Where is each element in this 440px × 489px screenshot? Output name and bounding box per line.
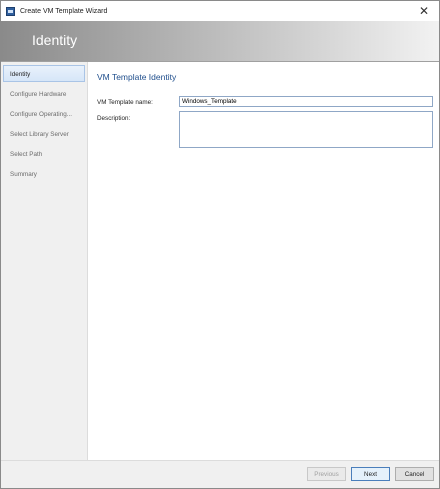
app-icon	[6, 6, 15, 16]
section-title: VM Template Identity	[97, 72, 177, 82]
wizard-window: Create VM Template Wizard ✕ Identity Ide…	[0, 0, 440, 489]
page-title: Identity	[32, 32, 78, 48]
description-label: Description:	[97, 115, 131, 122]
wizard-footer: Previous Next Cancel	[1, 460, 439, 488]
window-title: Create VM Template Wizard	[20, 7, 108, 15]
main-content: VM Template Identity VM Template name: D…	[88, 62, 439, 461]
close-button[interactable]: ✕	[417, 4, 431, 18]
title-bar: Create VM Template Wizard ✕	[1, 1, 439, 21]
sidebar-item-configure-operating-system[interactable]: Configure Operating...	[3, 105, 85, 122]
header-banner: Identity	[1, 21, 439, 62]
sidebar-item-select-library-server[interactable]: Select Library Server	[3, 125, 85, 142]
sidebar-item-select-path[interactable]: Select Path	[3, 145, 85, 162]
previous-button[interactable]: Previous	[307, 467, 346, 481]
next-button[interactable]: Next	[351, 467, 390, 481]
template-name-label: VM Template name:	[97, 99, 153, 106]
sidebar-item-identity[interactable]: Identity	[3, 65, 85, 82]
description-textarea[interactable]	[179, 111, 433, 148]
template-name-input[interactable]	[179, 96, 433, 107]
cancel-button[interactable]: Cancel	[395, 467, 434, 481]
sidebar-item-configure-hardware[interactable]: Configure Hardware	[3, 85, 85, 102]
sidebar-item-summary[interactable]: Summary	[3, 165, 85, 182]
wizard-steps-sidebar: Identity Configure Hardware Configure Op…	[1, 62, 88, 461]
